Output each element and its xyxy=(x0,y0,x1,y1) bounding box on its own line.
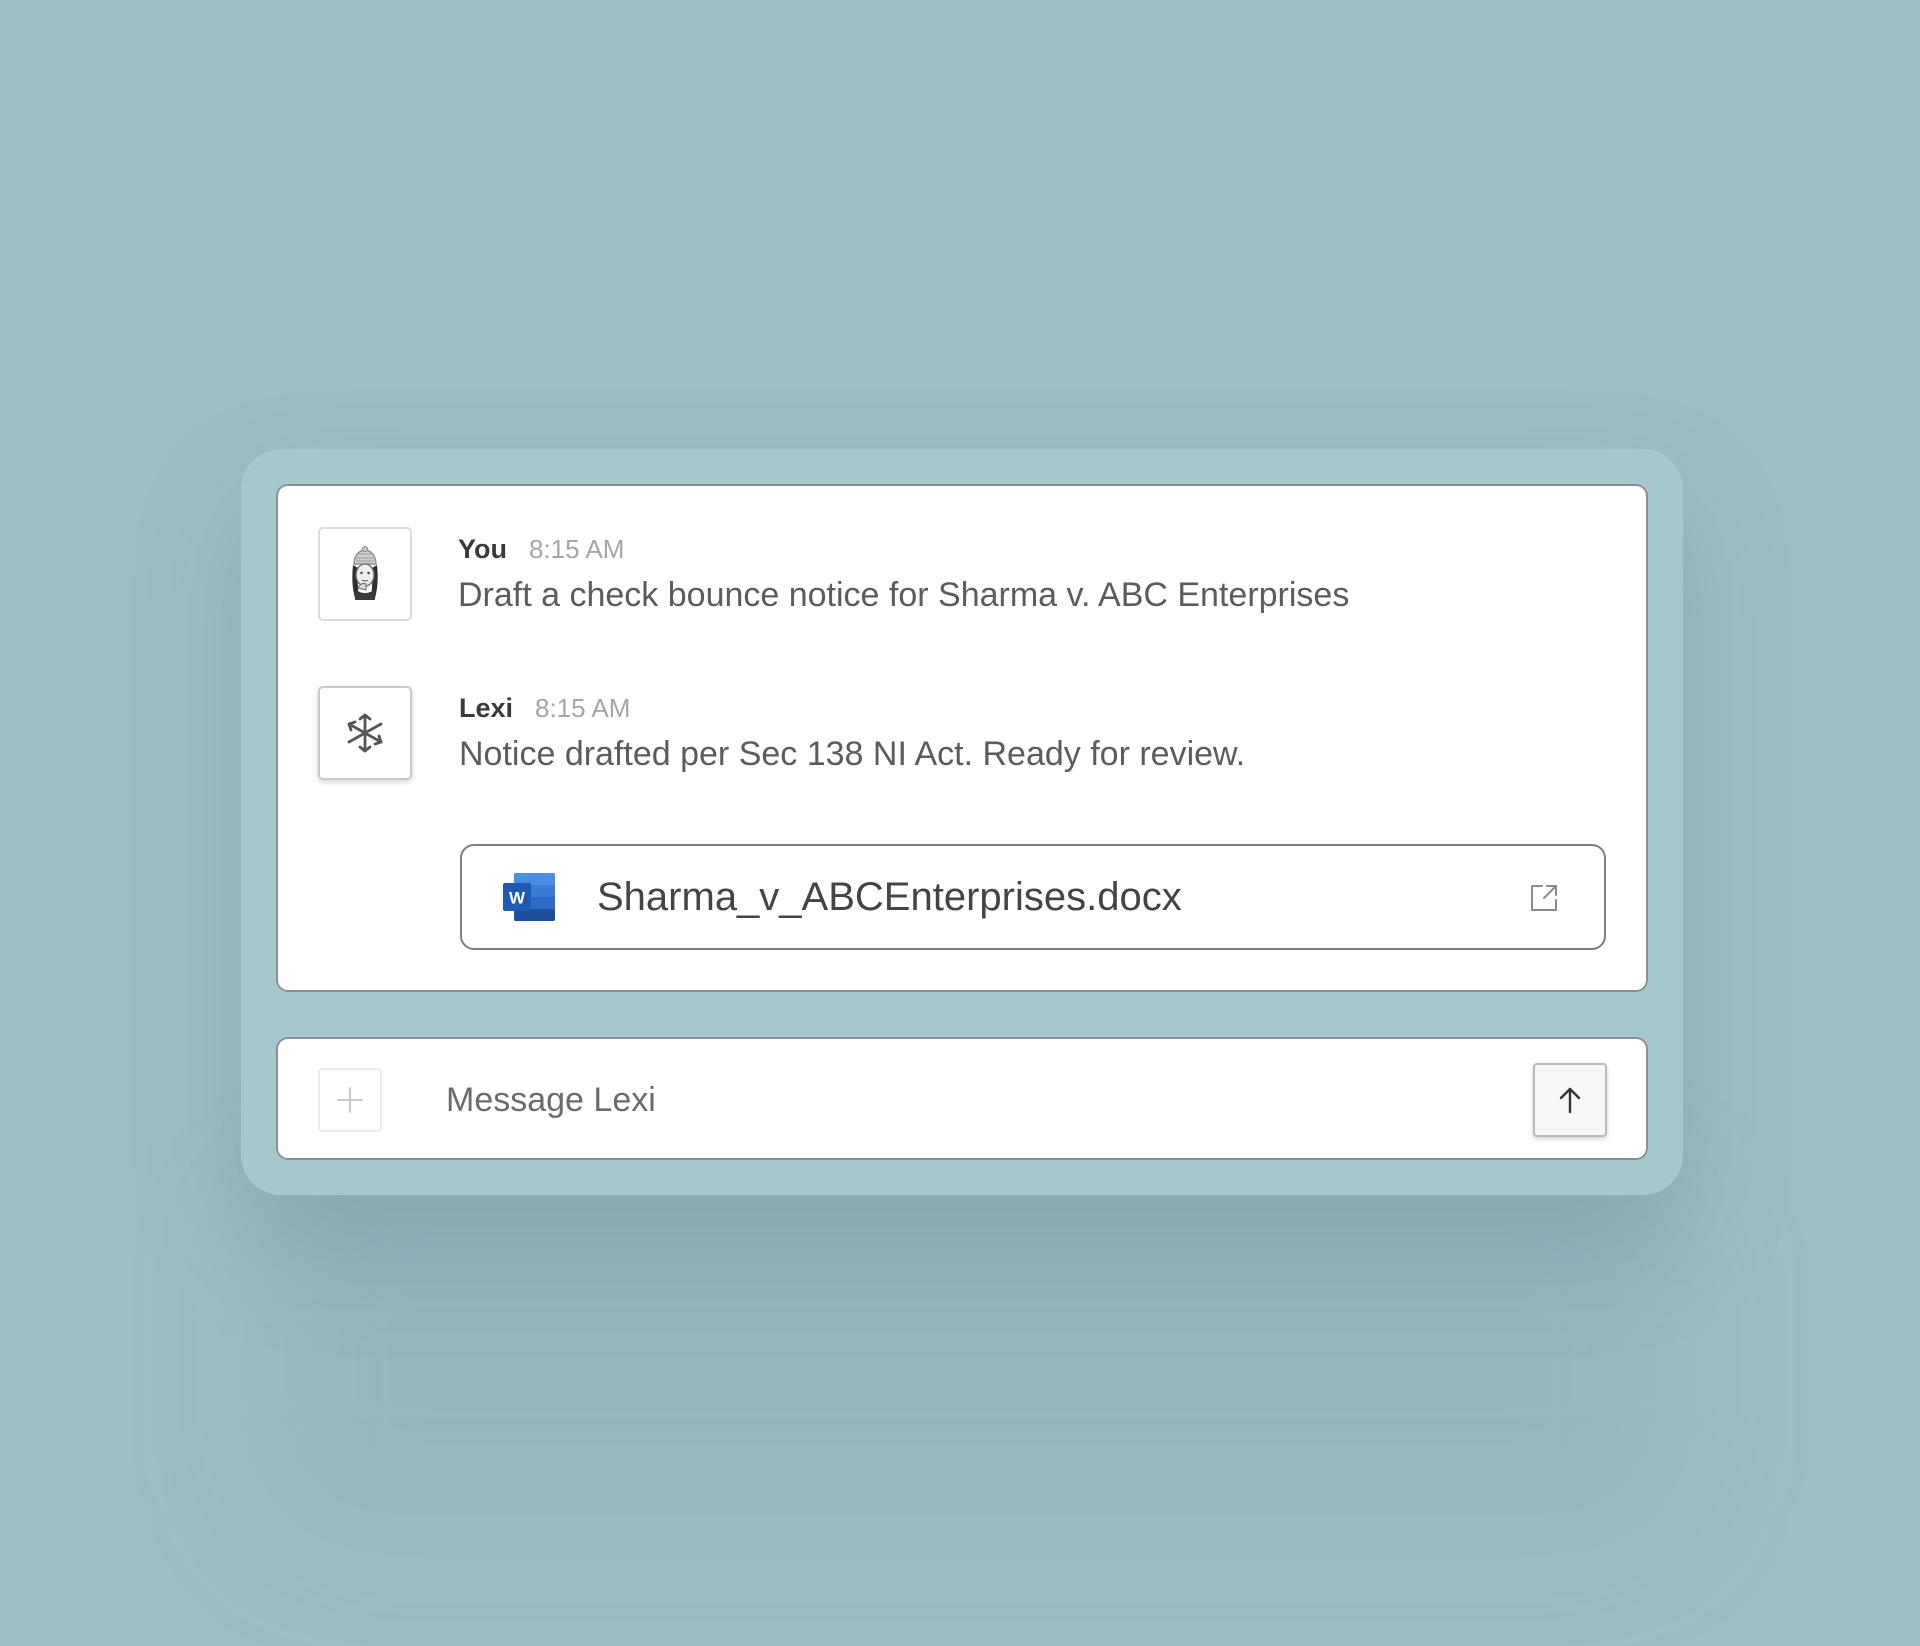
message-composer xyxy=(276,1037,1648,1160)
conversation-card: You 8:15 AM Draft a check bounce notice … xyxy=(276,484,1648,992)
message-text: Draft a check bounce notice for Sharma v… xyxy=(458,576,1350,614)
plus-icon xyxy=(337,1087,363,1113)
user-avatar-icon xyxy=(352,545,378,600)
file-attachment[interactable]: W Sharma_v_ABCEnterprises.docx xyxy=(460,844,1606,950)
word-file-letter: W xyxy=(509,889,526,908)
message-text: Notice drafted per Sec 138 NI Act. Ready… xyxy=(459,735,1246,773)
word-file-icon: W xyxy=(503,873,555,921)
lexi-asterisk-icon xyxy=(347,713,383,753)
open-external-icon[interactable] xyxy=(1528,882,1560,914)
arrow-up-icon xyxy=(1559,1087,1581,1114)
attachment-file-name: Sharma_v_ABCEnterprises.docx xyxy=(597,874,1182,919)
lexi-avatar xyxy=(318,686,412,780)
message-timestamp: 8:15 AM xyxy=(529,534,625,564)
add-attachment-button[interactable] xyxy=(318,1068,382,1132)
user-avatar xyxy=(318,527,412,621)
message-timestamp: 8:15 AM xyxy=(535,693,631,723)
user-message: You 8:15 AM Draft a check bounce notice … xyxy=(458,534,1349,615)
message-input[interactable] xyxy=(446,1069,1446,1131)
message-author: You xyxy=(458,534,507,564)
message-header: You 8:15 AM xyxy=(458,534,1349,574)
backdrop-shadow xyxy=(260,1180,1680,1540)
message-header: Lexi 8:15 AM xyxy=(459,693,1245,733)
message-author: Lexi xyxy=(459,693,514,723)
send-button[interactable] xyxy=(1533,1063,1607,1137)
lexi-message: Lexi 8:15 AM Notice drafted per Sec 138 … xyxy=(459,693,1245,774)
